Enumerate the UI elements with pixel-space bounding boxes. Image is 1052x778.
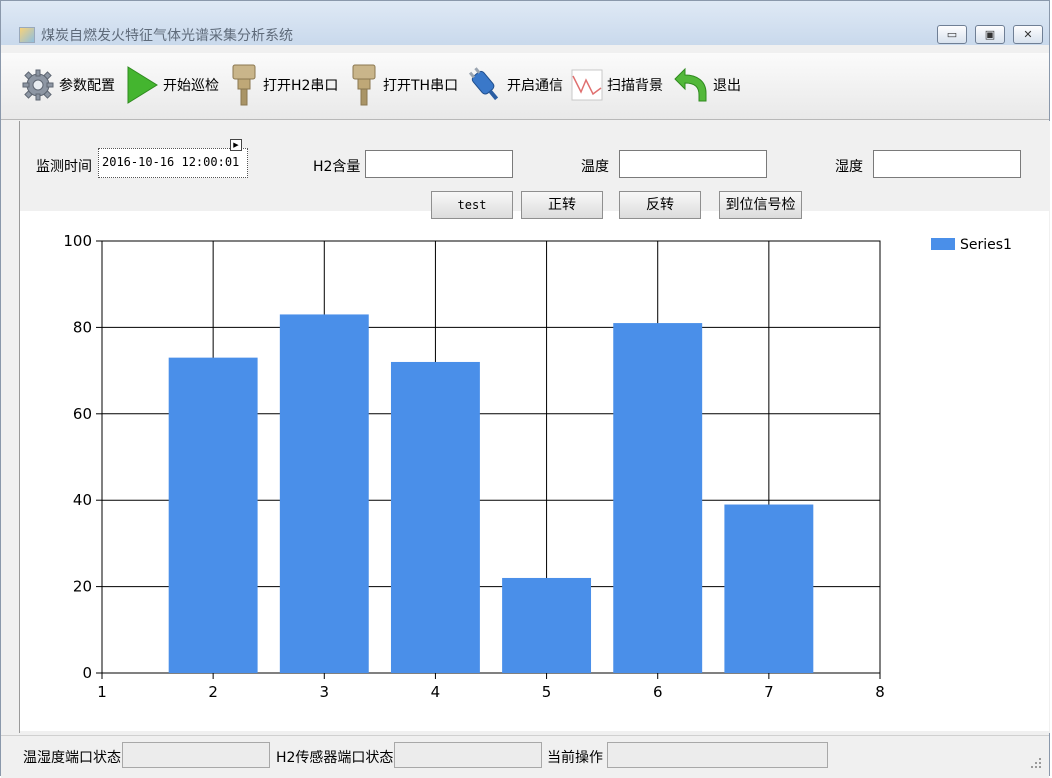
current-operation-value xyxy=(607,742,828,768)
y-tick-label: 100 xyxy=(63,232,92,250)
start-patrol-button[interactable]: 开始巡检 xyxy=(125,61,219,109)
bar-4 xyxy=(390,361,480,673)
x-tick-label: 6 xyxy=(653,683,663,701)
temperature-label: 温度 xyxy=(581,159,609,175)
open-h2-port-button[interactable]: 打开H2串口 xyxy=(229,61,338,109)
param-config-label: 参数配置 xyxy=(59,78,115,94)
position-check-button[interactable]: 到位信号检 xyxy=(719,191,802,219)
serial-port-icon xyxy=(232,64,256,106)
y-tick-label: 80 xyxy=(73,318,92,336)
status-bar: 温湿度端口状态 H2传感器端口状态 当前操作 xyxy=(1,735,1049,778)
resize-grip-icon[interactable] xyxy=(1029,756,1043,770)
scan-background-label: 扫描背景 xyxy=(607,78,663,94)
spectrum-icon xyxy=(571,69,603,101)
reverse-button[interactable]: 反转 xyxy=(619,191,701,219)
app-window: 煤炭自燃发火特征气体光谱采集分析系统 ▭ ▣ ✕ 参数配置 开始巡检 打开H2串… xyxy=(0,0,1050,778)
forward-button[interactable]: 正转 xyxy=(521,191,603,219)
h2-port-status-value xyxy=(394,742,542,768)
exit-button[interactable]: 退出 xyxy=(673,61,741,109)
legend-label: Series1 xyxy=(960,237,1012,253)
toolbar: 参数配置 开始巡检 打开H2串口 打开TH串口 开启通信 扫描背景 退出 xyxy=(1,53,1049,120)
app-icon xyxy=(19,27,35,43)
start-communication-button[interactable]: 开启通信 xyxy=(467,61,563,109)
open-th-port-button[interactable]: 打开TH串口 xyxy=(349,61,458,109)
y-tick-label: 60 xyxy=(73,405,92,423)
temperature-input[interactable] xyxy=(619,150,767,178)
bar-2 xyxy=(168,357,258,673)
x-tick-label: 7 xyxy=(764,683,774,701)
bar-6 xyxy=(613,323,703,673)
h2-label: H2含量 xyxy=(313,159,361,175)
x-tick-label: 4 xyxy=(431,683,441,701)
bar-7 xyxy=(724,504,814,673)
start-patrol-label: 开始巡检 xyxy=(163,78,219,94)
close-button[interactable]: ✕ xyxy=(1013,25,1043,44)
exit-label: 退出 xyxy=(713,78,741,94)
title-bar: 煤炭自燃发火特征气体光谱采集分析系统 ▭ ▣ ✕ xyxy=(1,1,1049,45)
monitor-time-label: 监测时间 xyxy=(36,159,92,175)
h2-port-status-label: H2传感器端口状态 xyxy=(276,750,394,766)
x-tick-label: 3 xyxy=(320,683,330,701)
x-tick-label: 5 xyxy=(542,683,552,701)
x-tick-label: 1 xyxy=(97,683,107,701)
window-title: 煤炭自燃发火特征气体光谱采集分析系统 xyxy=(41,28,293,44)
h2-input[interactable] xyxy=(365,150,513,178)
y-tick-label: 40 xyxy=(73,491,92,509)
open-h2-port-label: 打开H2串口 xyxy=(263,78,339,94)
monitor-time-picker[interactable]: 2016-10-16 12:00:01 xyxy=(98,148,248,178)
play-icon xyxy=(127,66,158,104)
bar-chart: 0 20 40 60 80 100 1 2 3 4 5 6 7 8 Series1 xyxy=(63,232,1012,701)
current-operation-label: 当前操作 xyxy=(547,750,603,766)
exit-arrow-icon xyxy=(674,67,707,102)
x-tick-label: 8 xyxy=(875,683,885,701)
y-tick-label: 0 xyxy=(82,664,92,682)
scan-background-button[interactable]: 扫描背景 xyxy=(571,61,663,109)
plug-icon xyxy=(468,67,499,101)
param-config-button[interactable]: 参数配置 xyxy=(21,61,115,109)
humidity-label: 湿度 xyxy=(835,159,863,175)
start-communication-label: 开启通信 xyxy=(507,78,563,94)
gear-icon xyxy=(22,69,54,101)
test-button[interactable]: test xyxy=(431,191,513,219)
maximize-button[interactable]: ▣ xyxy=(975,25,1005,44)
open-th-port-label: 打开TH串口 xyxy=(383,78,459,94)
bar-3 xyxy=(279,314,369,673)
bar-5 xyxy=(502,577,592,673)
humidity-input[interactable] xyxy=(873,150,1021,178)
th-port-status-label: 温湿度端口状态 xyxy=(23,750,121,766)
x-tick-label: 2 xyxy=(208,683,218,701)
chart-area: 0 20 40 60 80 100 1 2 3 4 5 6 7 8 Series1 xyxy=(20,211,1049,731)
y-tick-label: 20 xyxy=(73,578,92,596)
legend-swatch xyxy=(931,238,955,250)
minimize-button[interactable]: ▭ xyxy=(937,25,967,44)
serial-port-icon xyxy=(352,64,376,106)
spinner-arrow-icon[interactable]: ▶ xyxy=(230,139,242,151)
monitor-time-value: 2016-10-16 12:00:01 xyxy=(102,155,240,169)
th-port-status-value xyxy=(122,742,270,768)
